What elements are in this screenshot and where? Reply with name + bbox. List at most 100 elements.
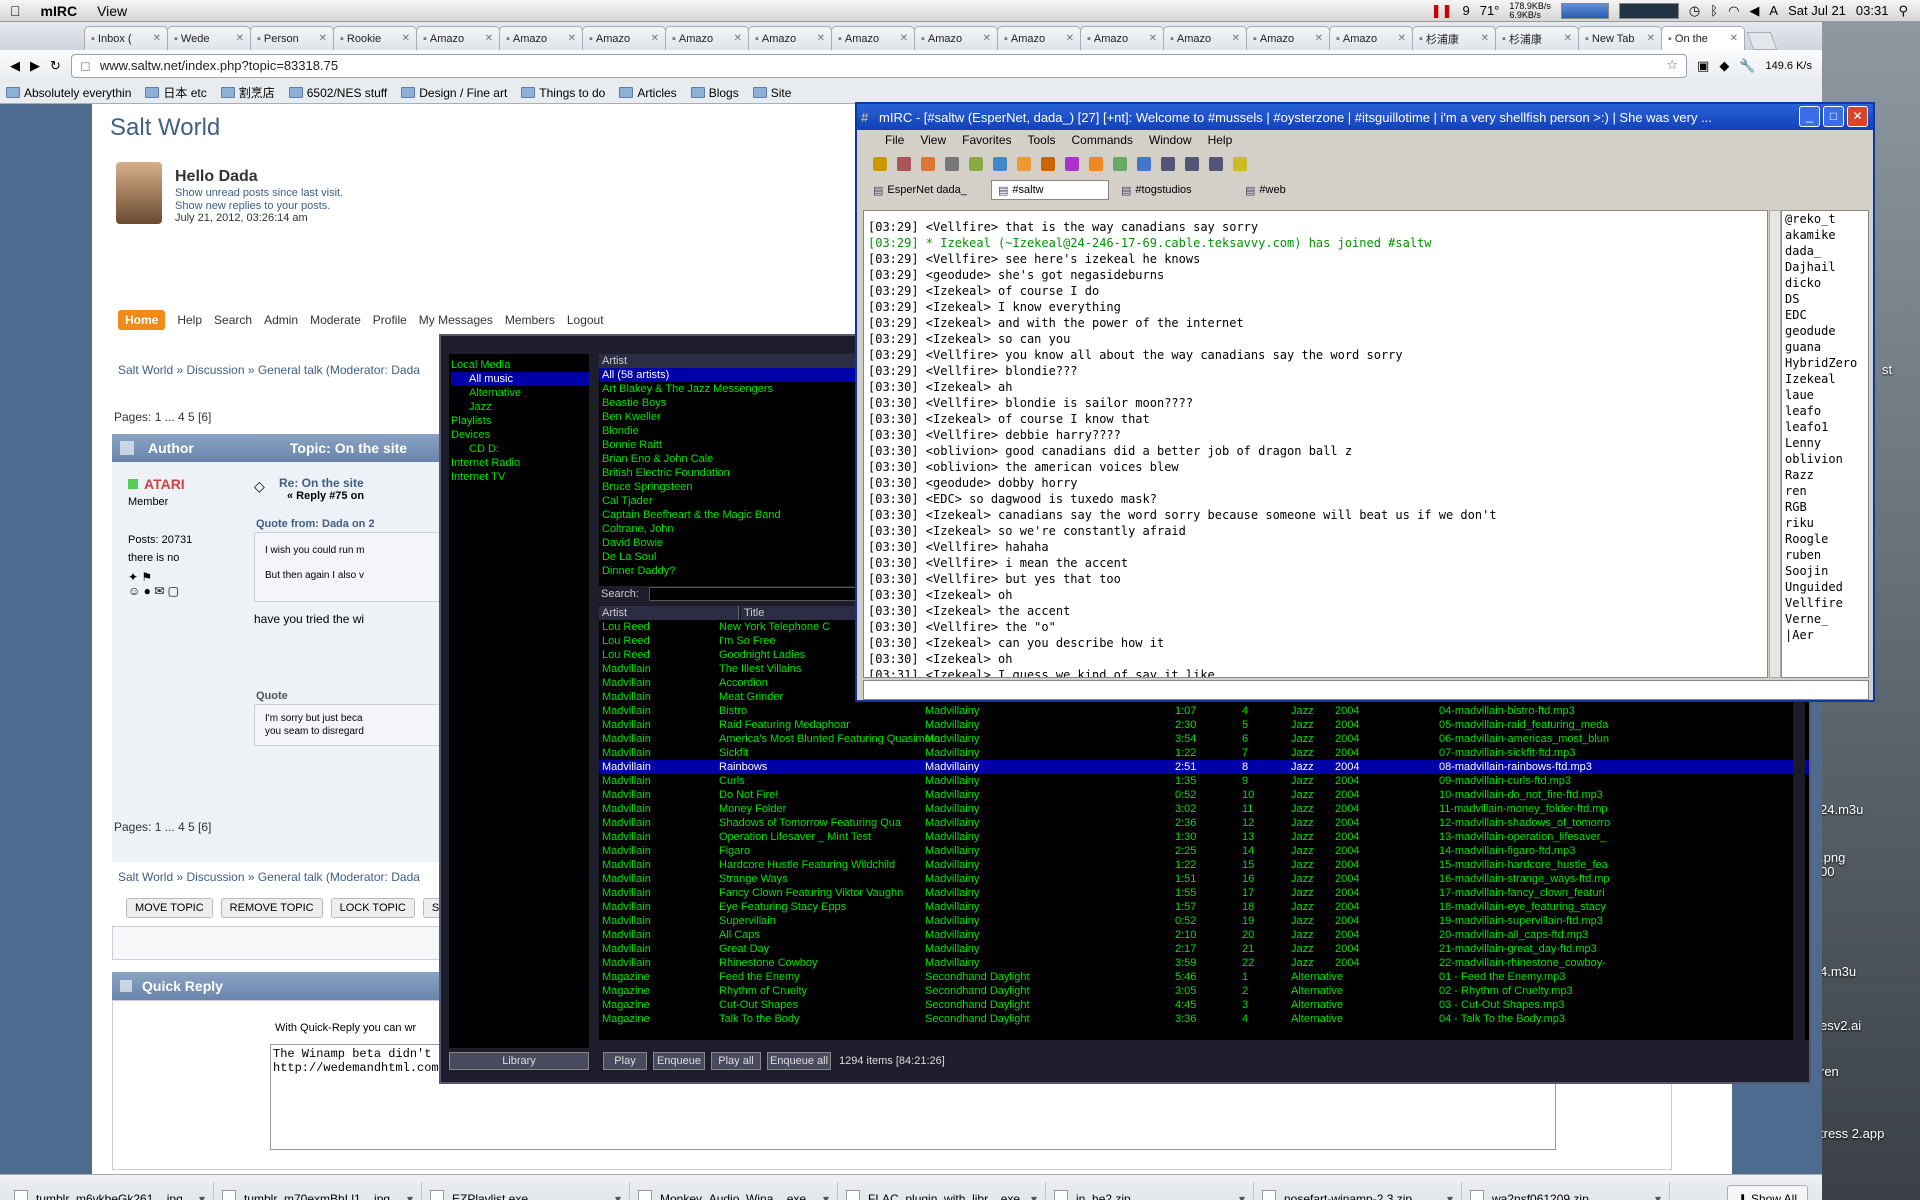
app-menu[interactable]: mIRC	[31, 3, 88, 19]
bookmark-folder[interactable]: Site	[752, 86, 791, 100]
nick[interactable]: guana	[1785, 339, 1868, 355]
nick[interactable]: laue	[1785, 387, 1868, 403]
chevron-down-icon[interactable]: ▾	[823, 1192, 829, 1200]
mirc-titlebar[interactable]: # mIRC - [#saltw (EsperNet, dada_) [27] …	[857, 104, 1873, 130]
browser-tab[interactable]: ▪ Amazo ✕	[997, 26, 1081, 50]
track-row[interactable]: Madvillain Figaro Madvillainy 2:25 14 Jazz 200…	[599, 844, 1809, 858]
download-item[interactable]: EZPlaylist.exe ▾	[422, 1181, 630, 1200]
desktop-file-label[interactable]: 4.m3u	[1820, 964, 1920, 979]
mirc-menu-help[interactable]: Help	[1208, 133, 1233, 147]
tab-close-icon[interactable]: ✕	[402, 33, 410, 44]
minimize-icon[interactable]: _	[1799, 106, 1820, 127]
nick[interactable]: |Aer	[1785, 627, 1868, 643]
desktop-file-label[interactable]: .png	[1820, 850, 1920, 865]
nick[interactable]: riku	[1785, 515, 1868, 531]
nick[interactable]: RGB	[1785, 499, 1868, 515]
nick[interactable]: Soojin	[1785, 563, 1868, 579]
nav-my-messages[interactable]: My Messages	[419, 313, 493, 327]
bookmark-folder[interactable]: 割烹店	[220, 84, 275, 101]
nick[interactable]: Razz	[1785, 467, 1868, 483]
favorites-icon[interactable]	[921, 157, 935, 171]
switchbar-item[interactable]: ▤ #saltw	[991, 180, 1109, 200]
tree-item[interactable]: Playlists	[451, 414, 589, 428]
track-row[interactable]: Madvillain Operation Lifesaver _ Mint Tes…	[599, 830, 1809, 844]
nick[interactable]: Unguided	[1785, 579, 1868, 595]
tree-item[interactable]: Local Media	[451, 358, 589, 372]
chevron-down-icon[interactable]: ▾	[199, 1192, 205, 1200]
nick[interactable]: leafo	[1785, 403, 1868, 419]
track-row[interactable]: Madvillain Rainbows Madvillainy 2:51 8 Jazz 20…	[599, 760, 1809, 774]
switchbar-item[interactable]: ▤ EsperNet dada_	[867, 180, 985, 200]
track-row[interactable]: Madvillain America's Most Blunted Featuri…	[599, 732, 1809, 746]
desktop-file-label[interactable]: st	[1882, 362, 1912, 377]
address-bar[interactable]: ◻ www.saltw.net/index.php?topic=83318.75…	[70, 54, 1688, 78]
browser-tab[interactable]: ▪ Amazo ✕	[416, 26, 500, 50]
tree-item[interactable]: Internet TV	[451, 470, 589, 484]
extension-icon[interactable]: ◆	[1719, 58, 1729, 74]
mirc-menu-view[interactable]: View	[920, 133, 946, 147]
chat-scrollbar[interactable]	[1769, 210, 1781, 678]
browser-tab[interactable]: ▪ Wede ✕	[167, 26, 251, 50]
desktop-file-label[interactable]: ren	[1820, 1064, 1920, 1079]
tab-close-icon[interactable]: ✕	[1730, 33, 1738, 44]
desktop-file-label[interactable]: esv2.ai	[1820, 1018, 1920, 1033]
browser-tab[interactable]: ▪ Person ✕	[250, 26, 334, 50]
browser-tab[interactable]: ▪ Amazo ✕	[1329, 26, 1413, 50]
tile-icon[interactable]	[1161, 157, 1175, 171]
timer-icon[interactable]	[1137, 157, 1151, 171]
nick[interactable]: ren	[1785, 483, 1868, 499]
notify-icon[interactable]	[1041, 157, 1055, 171]
track-row[interactable]: Madvillain Bistro Madvillainy 1:07 4 Jazz 2004…	[599, 704, 1809, 718]
nick[interactable]: Roogle	[1785, 531, 1868, 547]
topic-action-button[interactable]: REMOVE TOPIC	[220, 898, 323, 918]
tree-item[interactable]: Internet Radio	[451, 456, 589, 470]
bookmark-folder[interactable]: Absolutely everythin	[6, 86, 131, 100]
nick[interactable]: dada_	[1785, 243, 1868, 259]
browser-tab[interactable]: ▪ 杉浦康 ✕	[1495, 26, 1579, 50]
library-button[interactable]: Library	[449, 1052, 589, 1070]
nav-members[interactable]: Members	[505, 313, 555, 327]
download-item[interactable]: Monkey_Audio_Wina....exe ▾	[630, 1181, 838, 1200]
breadcrumb[interactable]: Salt World » Discussion » General talk (…	[118, 870, 420, 884]
download-item[interactable]: in_he2.zip ▾	[1046, 1181, 1254, 1200]
bookmark-folder[interactable]: 日本 etc	[145, 84, 207, 101]
browser-tab[interactable]: ▪ Inbox (✕	[84, 26, 168, 50]
track-row[interactable]: Madvillain Strange Ways Madvillainy 1:51 16 J…	[599, 872, 1809, 886]
cascade-icon[interactable]	[1185, 157, 1199, 171]
url-icon[interactable]	[1065, 157, 1079, 171]
browser-tab[interactable]: ▪ Amazo ✕	[1163, 26, 1247, 50]
channel-list-icon[interactable]	[945, 157, 959, 171]
wrench-icon[interactable]: 🔧	[1739, 58, 1755, 74]
poster-name[interactable]: ATARI	[128, 476, 185, 492]
nick[interactable]: Verne_	[1785, 611, 1868, 627]
chevron-down-icon[interactable]: ▾	[407, 1192, 413, 1200]
bookmark-folder[interactable]: 6502/NES stuff	[288, 86, 387, 100]
extension-icon[interactable]: ▣	[1697, 58, 1709, 74]
tab-close-icon[interactable]: ✕	[900, 33, 908, 44]
bookmark-star-icon[interactable]: ☆	[1666, 57, 1678, 73]
mirc-menu-tools[interactable]: Tools	[1028, 133, 1056, 147]
track-row[interactable]: Magazine Rhythm of Cruelty Secondhand Dayl…	[599, 984, 1809, 998]
tree-item[interactable]: CD D:	[451, 442, 589, 456]
mirc-menu-commands[interactable]: Commands	[1072, 133, 1133, 147]
track-row[interactable]: Magazine Talk To the Body Secondhand Dayli…	[599, 1012, 1809, 1026]
pagination[interactable]: Pages: 1 ... 4 5 [6]	[114, 820, 211, 834]
browser-tab[interactable]: ▪ New Tab ✕	[1578, 26, 1662, 50]
track-row[interactable]: Magazine Cut-Out Shapes Secondhand Dayligh…	[599, 998, 1809, 1012]
track-row[interactable]: Madvillain All Caps Madvillainy 2:10 20 Jazz 2…	[599, 928, 1809, 942]
topic-action-button[interactable]: LOCK TOPIC	[330, 898, 415, 918]
switchbar-item[interactable]: ▤ #togstudios	[1115, 180, 1233, 200]
chevron-down-icon[interactable]: ▾	[1447, 1192, 1453, 1200]
nick[interactable]: @reko_t	[1785, 211, 1868, 227]
tab-close-icon[interactable]: ✕	[319, 33, 327, 44]
connect-icon[interactable]	[873, 157, 887, 171]
tab-close-icon[interactable]: ✕	[485, 33, 493, 44]
bluetooth-icon[interactable]: ᛒ	[1710, 3, 1718, 18]
nick[interactable]: akamike	[1785, 227, 1868, 243]
options-icon[interactable]	[897, 157, 911, 171]
clock[interactable]: 03:31	[1856, 3, 1889, 18]
time-machine-icon[interactable]: ◷	[1689, 3, 1700, 19]
browser-tab[interactable]: ▪ Amazo ✕	[1246, 26, 1330, 50]
tab-close-icon[interactable]: ✕	[1398, 33, 1406, 44]
input-icon[interactable]: A	[1769, 3, 1778, 18]
